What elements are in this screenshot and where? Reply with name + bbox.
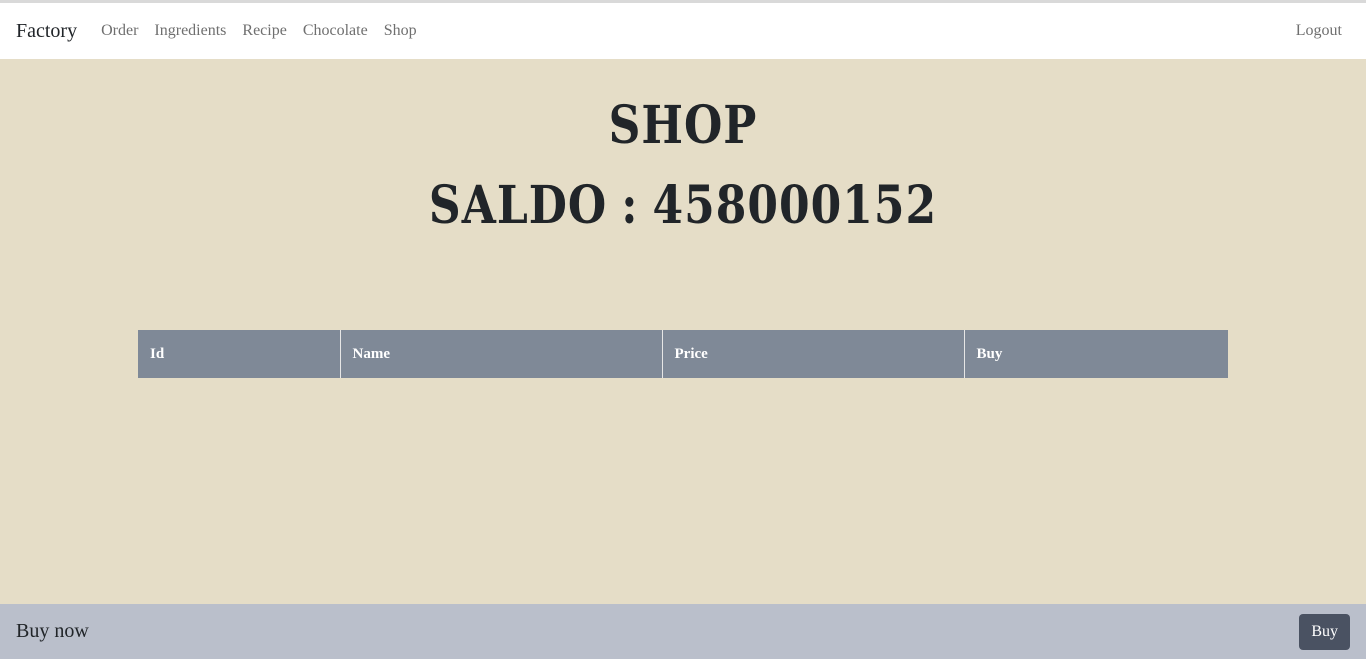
nav-link-chocolate[interactable]: Chocolate bbox=[295, 22, 376, 40]
column-header-name: Name bbox=[339, 330, 662, 378]
saldo-separator: : bbox=[621, 176, 639, 237]
nav-links: Order Ingredients Recipe Chocolate Shop bbox=[101, 22, 425, 40]
buy-button[interactable]: Buy bbox=[1299, 613, 1350, 650]
nav-link-shop[interactable]: Shop bbox=[376, 22, 425, 40]
table-header-row: Id Name Price Buy bbox=[138, 330, 1228, 378]
saldo-display: SALDO:458000152 bbox=[0, 176, 1366, 236]
navbar: Factory Order Ingredients Recipe Chocola… bbox=[0, 3, 1366, 59]
brand-link[interactable]: Factory bbox=[16, 20, 77, 43]
saldo-value: 458000152 bbox=[652, 176, 938, 237]
column-header-buy: Buy bbox=[963, 330, 1228, 378]
nav-link-ingredients[interactable]: Ingredients bbox=[146, 22, 234, 40]
shop-table: Id Name Price Buy bbox=[138, 330, 1228, 378]
nav-link-recipe[interactable]: Recipe bbox=[234, 22, 294, 40]
column-header-price: Price bbox=[661, 330, 964, 378]
page-title: SHOP bbox=[608, 96, 758, 157]
footer-text: Buy now bbox=[16, 620, 89, 642]
saldo-label: SALDO bbox=[428, 176, 608, 237]
footer-bar: Buy now Buy bbox=[0, 604, 1366, 659]
column-header-id: Id bbox=[138, 330, 340, 378]
logout-link[interactable]: Logout bbox=[1296, 22, 1350, 40]
nav-link-order[interactable]: Order bbox=[101, 22, 146, 40]
